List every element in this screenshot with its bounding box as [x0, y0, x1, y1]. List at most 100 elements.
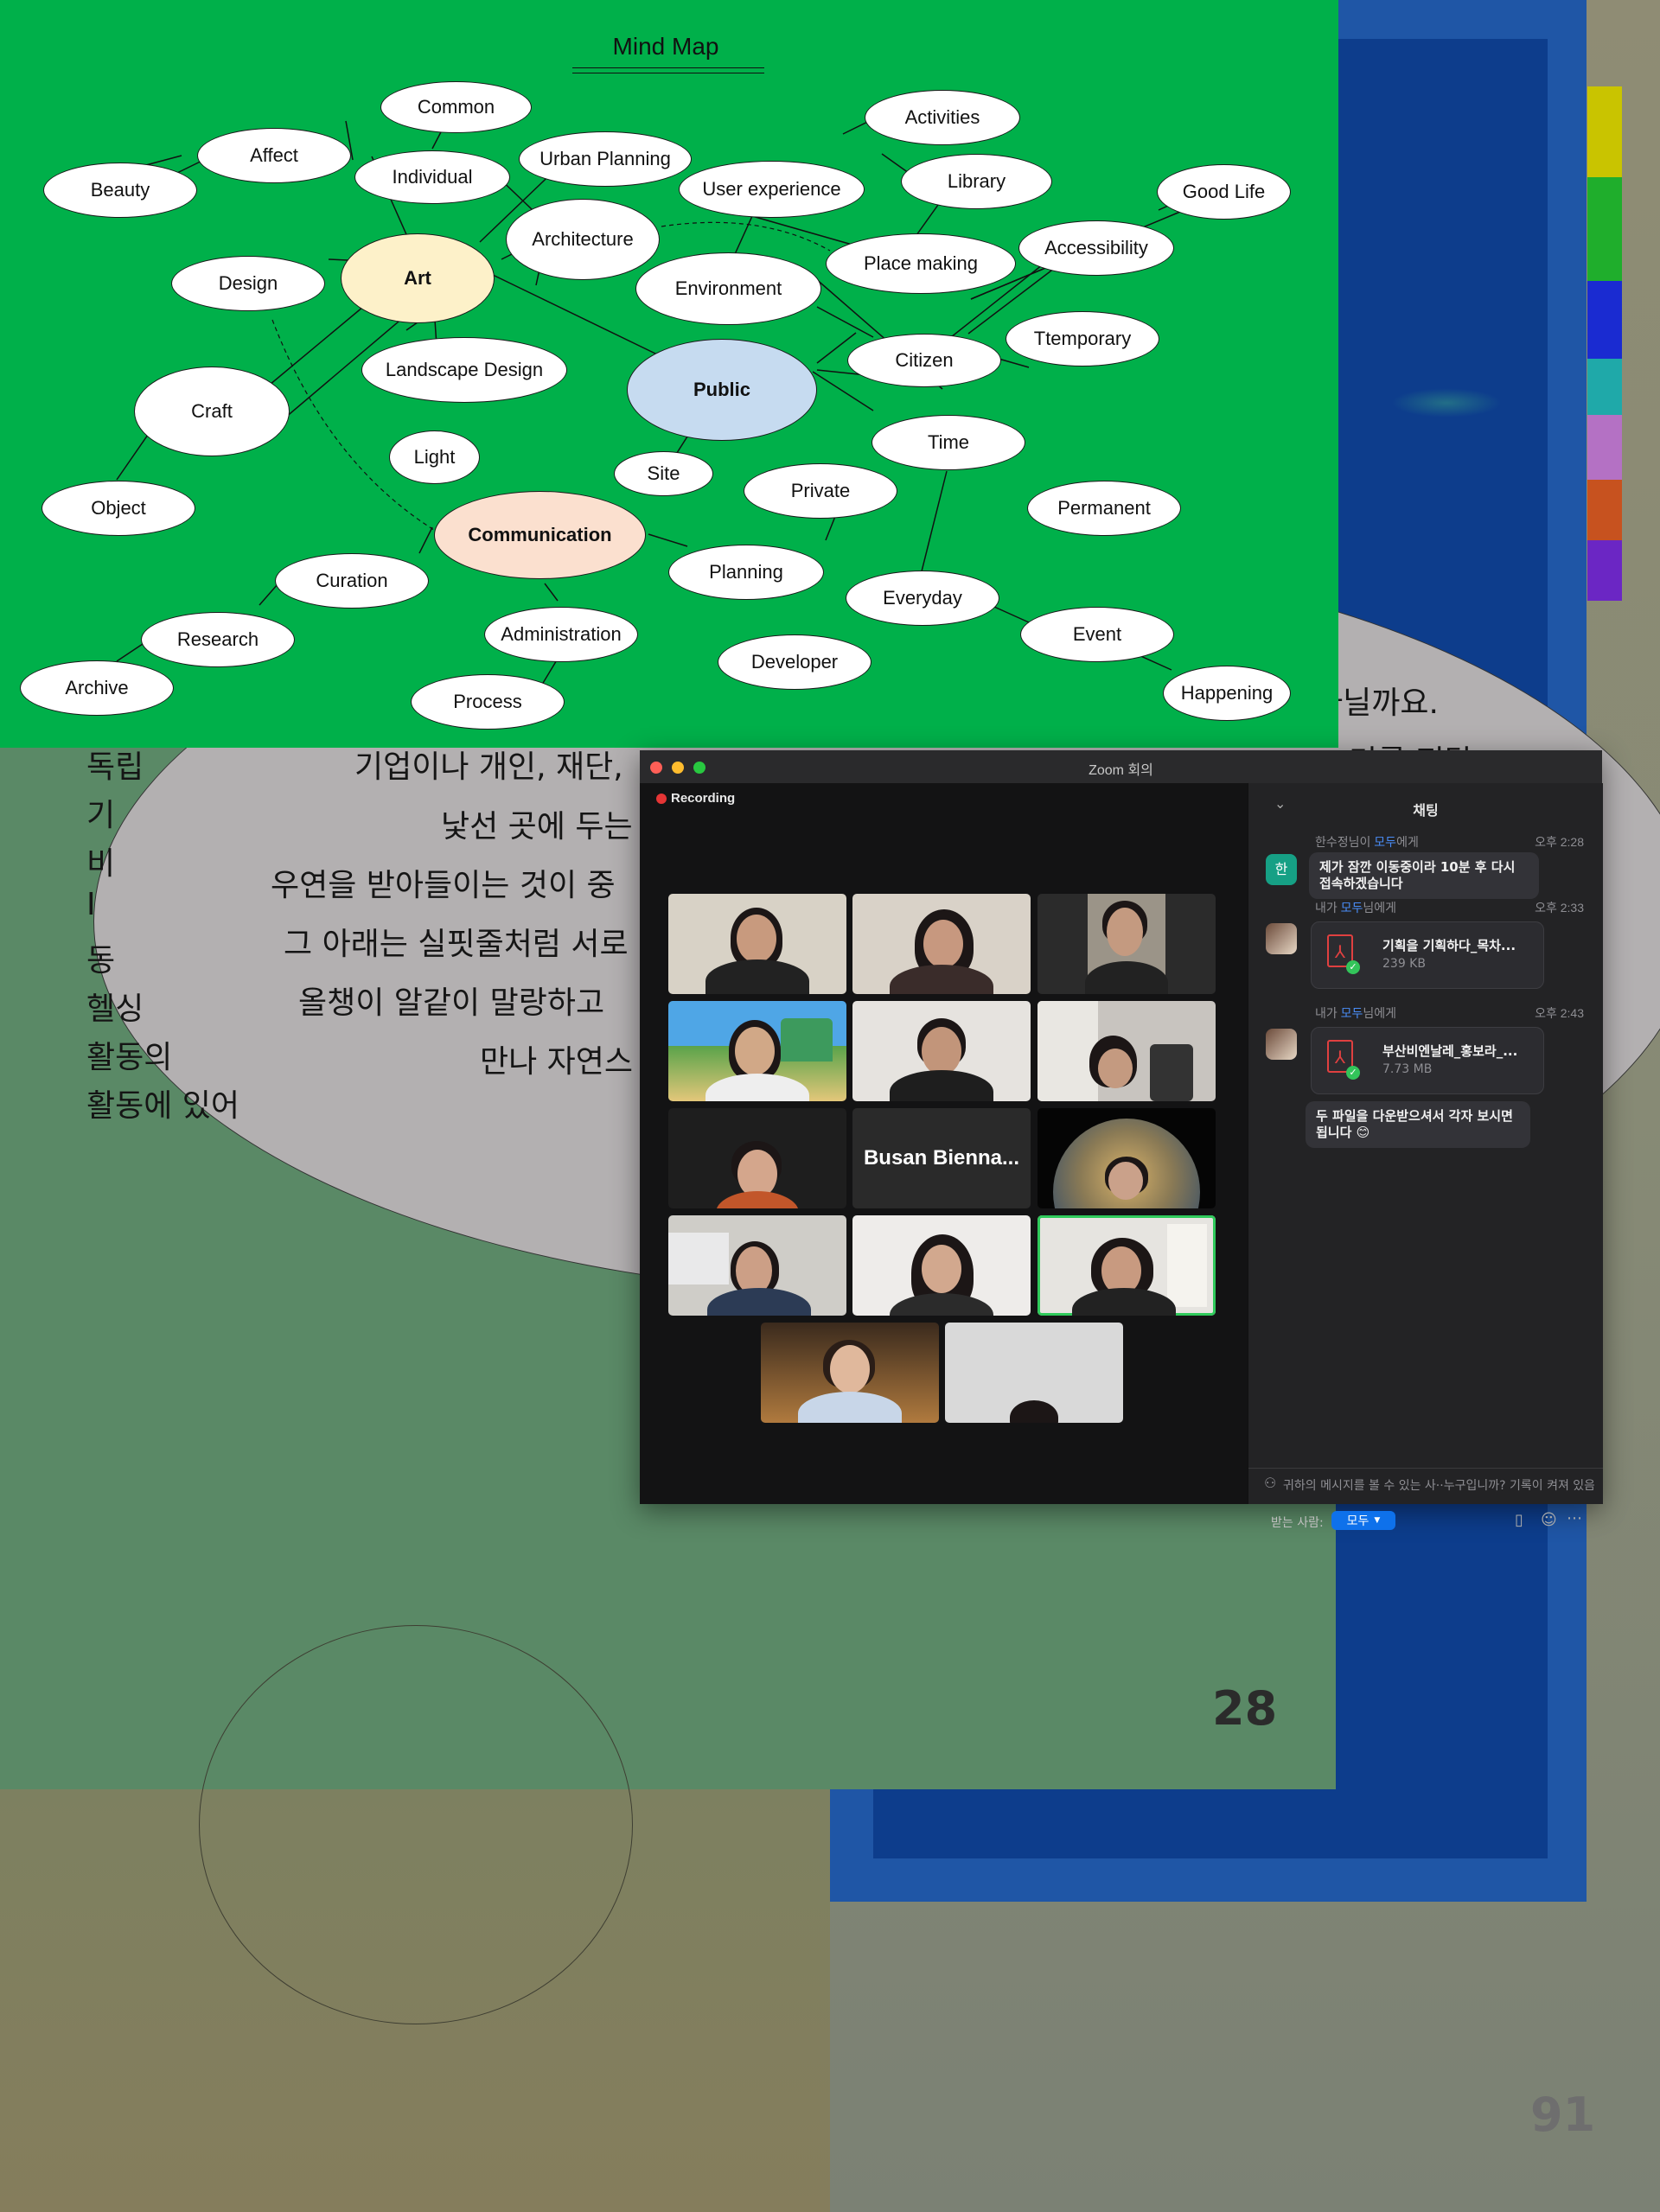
- emoji-icon[interactable]: ☺: [1541, 1511, 1557, 1529]
- visibility-notice[interactable]: 귀하의 메시지를 볼 수 있는 사··누구입니까? 기록이 켜져 있음: [1283, 1476, 1594, 1494]
- recipient-select[interactable]: 모두 ▼: [1331, 1511, 1395, 1530]
- recipient-label: 받는 사람:: [1271, 1516, 1324, 1530]
- user-lock-icon[interactable]: ⚇: [1264, 1475, 1276, 1491]
- node-place-making: Place making: [826, 233, 1016, 294]
- text-line: 낯선 곳에 두는: [441, 809, 633, 845]
- text-fragment: 헬싱: [86, 991, 144, 1027]
- text-fragment: 독립: [86, 749, 144, 785]
- video-tile-active-speaker[interactable]: [1038, 1215, 1216, 1316]
- node-object: Object: [42, 481, 195, 536]
- node-activities: Activities: [865, 90, 1020, 145]
- file-attachment[interactable]: ⅄ ✓ 부산비엔날레_홍보라_... 7.73 MB: [1311, 1027, 1544, 1094]
- video-tile[interactable]: [668, 894, 846, 994]
- chat-time: 오후 2:33: [1535, 901, 1584, 915]
- video-tile[interactable]: [1038, 1001, 1216, 1101]
- node-event: Event: [1020, 607, 1174, 662]
- video-tile[interactable]: [852, 1001, 1031, 1101]
- node-individual: Individual: [354, 150, 510, 204]
- node-administration: Administration: [484, 607, 638, 662]
- participant-name: Busan Bienna...: [863, 1146, 1020, 1170]
- node-landscape-design: Landscape Design: [361, 337, 567, 403]
- file-name: 기획을 기획하다_목차...: [1382, 938, 1516, 953]
- video-tile[interactable]: [1038, 1108, 1216, 1208]
- divider: [1248, 1468, 1603, 1469]
- text-fragment: 동: [86, 943, 116, 979]
- text-line: 기업이나 개인, 재단,: [354, 749, 623, 785]
- chat-message[interactable]: 제가 잠깐 이동중이라 10분 후 다시 접속하겠습니다: [1309, 852, 1539, 899]
- chat-time: 오후 2:28: [1535, 835, 1584, 849]
- node-beauty: Beauty: [43, 163, 197, 218]
- text-fragment: 활동의: [86, 1040, 173, 1075]
- video-tile[interactable]: [945, 1323, 1123, 1423]
- chat-meta: 내가 모두님에게: [1315, 901, 1397, 915]
- text-line: 우연을 받아들이는 것이 중: [271, 868, 616, 903]
- avatar: 한: [1266, 854, 1297, 885]
- page-number-right: 91: [1530, 2088, 1596, 2142]
- video-tile[interactable]: [852, 894, 1031, 994]
- zoom-window[interactable]: Zoom 회의 Recording Busan Bienna... ⌄ 채팅 한…: [640, 750, 1603, 1530]
- text-line: 올챙이 알같이 말랑하고: [298, 985, 605, 1021]
- chat-time: 오후 2:43: [1535, 1006, 1584, 1020]
- node-research: Research: [141, 612, 295, 667]
- node-environment: Environment: [635, 252, 821, 325]
- text-line: 만나 자연스: [480, 1044, 634, 1080]
- node-public: Public: [627, 339, 817, 441]
- node-site: Site: [614, 451, 713, 496]
- node-architecture: Architecture: [506, 199, 660, 280]
- file-attachment[interactable]: ⅄ ✓ 기획을 기획하다_목차... 239 KB: [1311, 921, 1544, 989]
- mind-map-slide: Mind Map Common Affect Beauty Individual…: [0, 0, 1338, 748]
- video-gallery: Recording Busan Bienna...: [640, 783, 1248, 1504]
- color-tabs: [1587, 86, 1622, 601]
- node-communication: Communication: [434, 491, 646, 579]
- video-tile[interactable]: [668, 1215, 846, 1316]
- chat-message[interactable]: 두 파일을 다운받으셔서 각자 보시면 됩니다 😊: [1306, 1101, 1530, 1148]
- recording-label: Recording: [671, 791, 736, 806]
- node-user-experience: User experience: [679, 161, 865, 218]
- node-curation: Curation: [275, 553, 429, 609]
- node-citizen: Citizen: [847, 334, 1001, 387]
- window-titlebar[interactable]: Zoom 회의: [640, 750, 1602, 784]
- file-size: 7.73 MB: [1382, 1062, 1433, 1076]
- page-number: 28: [1212, 1681, 1278, 1736]
- outline-ellipse: [199, 1625, 633, 2024]
- video-tile-busan-biennale[interactable]: Busan Bienna...: [852, 1108, 1031, 1208]
- chat-panel: ⌄ 채팅 한수정님이 모두에게 오후 2:28 한 제가 잠깐 이동중이라 10…: [1248, 783, 1603, 1530]
- check-icon: ✓: [1346, 1066, 1360, 1080]
- node-art: Art: [341, 233, 495, 323]
- node-time: Time: [872, 415, 1025, 470]
- file-icon[interactable]: ▯: [1515, 1511, 1523, 1529]
- video-tile[interactable]: [1038, 894, 1216, 994]
- avatar: [1266, 923, 1297, 954]
- node-permanent: Permanent: [1027, 481, 1181, 536]
- node-design: Design: [171, 256, 325, 311]
- node-library: Library: [901, 154, 1052, 209]
- recording-dot-icon: [656, 794, 667, 804]
- text-line: 그 아래는 실핏줄처럼 서로: [284, 927, 629, 962]
- chat-meta: 내가 모두님에게: [1315, 1006, 1397, 1020]
- node-accessibility: Accessibility: [1018, 220, 1174, 276]
- node-craft: Craft: [134, 367, 290, 456]
- text-fragment: 기: [86, 798, 116, 833]
- video-tile[interactable]: [668, 1108, 846, 1208]
- node-happening: Happening: [1163, 666, 1291, 721]
- more-icon[interactable]: ⋯: [1567, 1509, 1582, 1527]
- file-name: 부산비엔날레_홍보라_...: [1382, 1043, 1518, 1059]
- node-archive: Archive: [20, 660, 174, 716]
- node-urban-planning: Urban Planning: [519, 131, 692, 187]
- chat-title: 채팅: [1413, 802, 1439, 819]
- node-private: Private: [744, 463, 897, 519]
- node-ttemporary: Ttemporary: [1006, 311, 1159, 367]
- window-title: Zoom 회의: [1089, 763, 1153, 778]
- node-light: Light: [389, 430, 480, 484]
- video-tile[interactable]: [761, 1323, 939, 1423]
- avatar: [1266, 1029, 1297, 1060]
- node-everyday: Everyday: [846, 571, 999, 626]
- node-developer: Developer: [718, 634, 872, 690]
- video-tile[interactable]: [852, 1215, 1031, 1316]
- chat-meta: 한수정님이 모두에게: [1315, 835, 1419, 849]
- video-tile[interactable]: [668, 1001, 846, 1101]
- node-process: Process: [411, 674, 565, 730]
- text-fragment: 비: [86, 846, 116, 882]
- node-good-life: Good Life: [1157, 164, 1291, 220]
- text-fragment: 활동에 있어: [86, 1088, 240, 1124]
